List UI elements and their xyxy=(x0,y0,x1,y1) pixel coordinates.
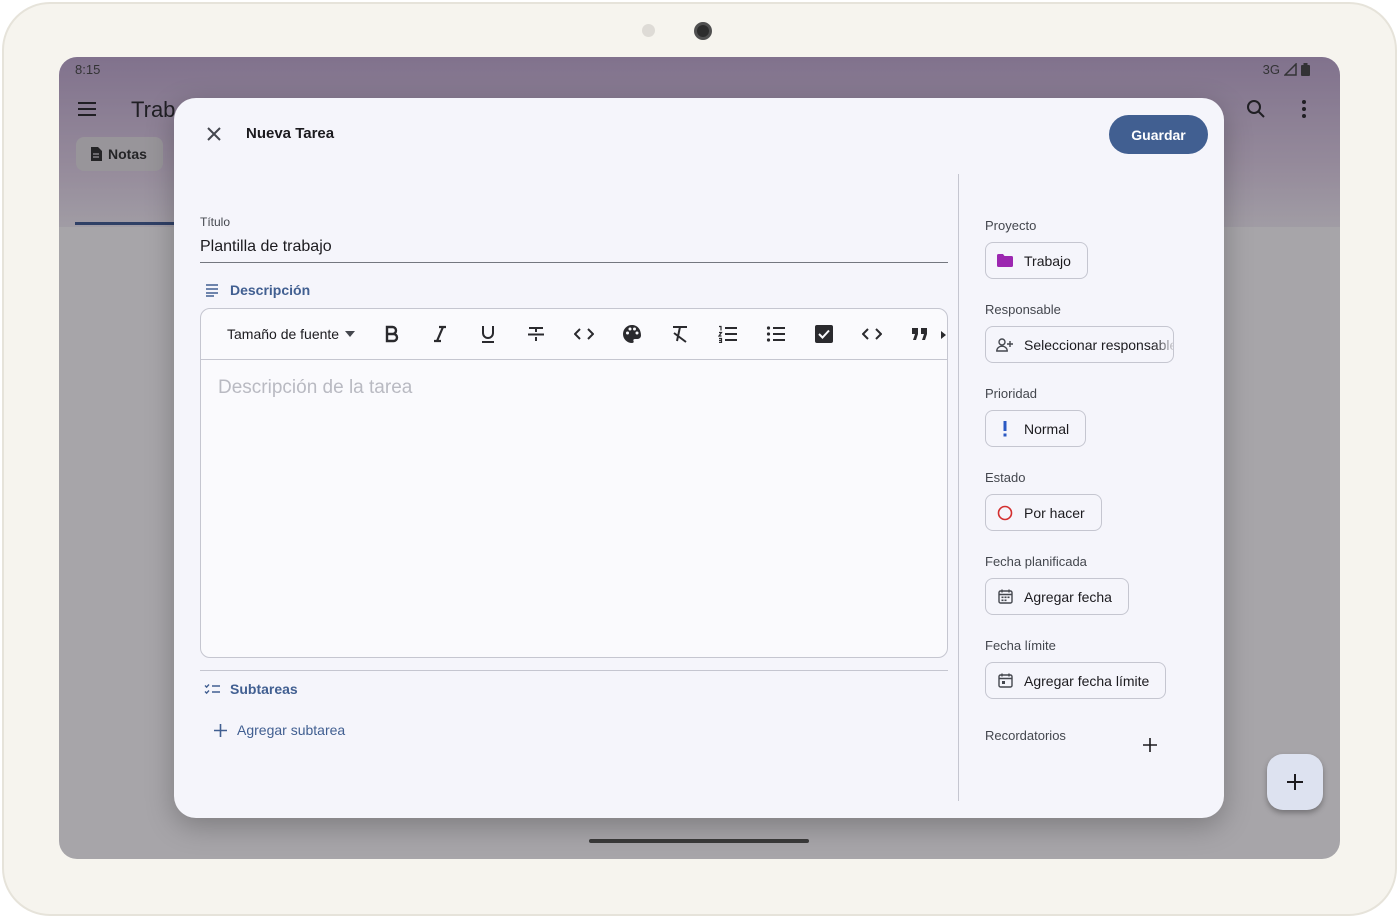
project-chip[interactable]: Trabajo xyxy=(985,242,1088,279)
vertical-divider xyxy=(958,174,959,801)
description-heading: Descripción xyxy=(204,282,310,298)
title-input[interactable] xyxy=(200,231,948,263)
project-label: Proyecto xyxy=(985,218,1037,233)
checklist-button[interactable] xyxy=(812,322,836,346)
notes-lines-icon xyxy=(206,284,218,297)
reminders-label: Recordatorios xyxy=(985,728,1066,743)
clear-format-button[interactable] xyxy=(668,322,692,346)
circle-outline-icon xyxy=(997,505,1013,520)
bullet-list-button[interactable] xyxy=(764,322,788,346)
subtasks-heading: Subtareas xyxy=(204,681,298,697)
status-label: Estado xyxy=(985,470,1026,485)
priority-value: Normal xyxy=(1024,420,1070,437)
palette-icon xyxy=(623,325,641,343)
arrow-right-icon xyxy=(940,331,946,339)
dialog-title: Nueva Tarea xyxy=(246,125,335,142)
subtasks-heading-label: Subtareas xyxy=(230,681,298,697)
checkbox-icon xyxy=(815,325,833,343)
description-heading-label: Descripción xyxy=(230,282,311,298)
planned-date-label: Fecha planificada xyxy=(985,554,1087,569)
numbered-list-icon xyxy=(718,325,737,343)
font-size-dropdown[interactable]: Tamaño de fuente xyxy=(227,326,356,342)
plus-icon xyxy=(1143,738,1157,752)
code-icon xyxy=(574,328,594,340)
plus-icon xyxy=(214,723,227,737)
description-placeholder[interactable]: Descripción de la tarea xyxy=(218,377,412,399)
dropdown-arrow-icon xyxy=(345,331,356,337)
format-quote-icon xyxy=(912,328,927,340)
strikethrough-icon xyxy=(528,327,544,341)
strikethrough-button[interactable] xyxy=(524,322,548,346)
text-color-button[interactable] xyxy=(620,322,644,346)
close-icon xyxy=(207,127,221,141)
save-button[interactable]: Guardar xyxy=(1109,115,1208,154)
new-task-dialog: Nueva Tarea Guardar Título Descripción T… xyxy=(174,98,1224,818)
code-block-icon xyxy=(862,328,882,340)
underline-icon xyxy=(482,326,494,343)
assignee-label: Responsable xyxy=(985,302,1061,317)
close-button[interactable] xyxy=(200,120,228,148)
gesture-bar xyxy=(589,839,809,843)
folder-icon xyxy=(997,254,1013,267)
italic-button[interactable] xyxy=(428,322,452,346)
add-fab[interactable] xyxy=(1267,754,1323,810)
checklist-icon xyxy=(204,684,220,695)
planned-date-chip[interactable]: Agregar fecha xyxy=(985,578,1129,615)
person-add-icon xyxy=(996,337,1013,352)
clear-format-icon xyxy=(673,326,687,343)
underline-button[interactable] xyxy=(476,322,500,346)
add-reminder-button[interactable] xyxy=(1139,734,1161,756)
bold-icon xyxy=(385,325,399,343)
assignee-value: Seleccionar responsable xyxy=(1024,336,1174,353)
add-subtask-label: Agregar subtarea xyxy=(237,722,346,738)
font-size-label: Tamaño de fuente xyxy=(227,326,340,342)
inline-code-button[interactable] xyxy=(572,322,596,346)
sensor-dot xyxy=(642,24,655,37)
title-field-label: Título xyxy=(200,215,231,229)
project-value: Trabajo xyxy=(1024,252,1071,269)
add-subtask-button[interactable]: Agregar subtarea xyxy=(214,722,345,738)
calendar-event-icon xyxy=(997,673,1013,688)
numbered-list-button[interactable] xyxy=(716,322,740,346)
rich-text-editor: Tamaño de fuente Descripción de la tarea xyxy=(200,308,948,658)
status-value: Por hacer xyxy=(1024,504,1085,521)
due-date-chip[interactable]: Agregar fecha límite xyxy=(985,662,1167,699)
calendar-grid-icon xyxy=(997,589,1013,604)
code-block-button[interactable] xyxy=(860,322,884,346)
quote-button[interactable] xyxy=(908,322,932,346)
italic-icon xyxy=(434,325,446,343)
assignee-chip[interactable]: Seleccionar responsable xyxy=(985,326,1174,363)
bold-button[interactable] xyxy=(380,322,404,346)
priority-chip[interactable]: Normal xyxy=(985,410,1087,447)
toolbar-scroll-right[interactable] xyxy=(939,328,947,342)
exclamation-icon xyxy=(1003,420,1007,436)
front-camera xyxy=(694,22,712,40)
plus-icon xyxy=(1287,774,1303,790)
priority-label: Prioridad xyxy=(985,386,1038,401)
planned-date-value: Agregar fecha xyxy=(1024,588,1112,605)
status-chip[interactable]: Por hacer xyxy=(985,494,1102,531)
due-date-label: Fecha límite xyxy=(985,638,1056,653)
editor-toolbar: Tamaño de fuente xyxy=(201,309,947,360)
due-date-value: Agregar fecha límite xyxy=(1024,672,1150,689)
horizontal-divider xyxy=(200,670,948,671)
bullet-list-icon xyxy=(766,326,785,342)
